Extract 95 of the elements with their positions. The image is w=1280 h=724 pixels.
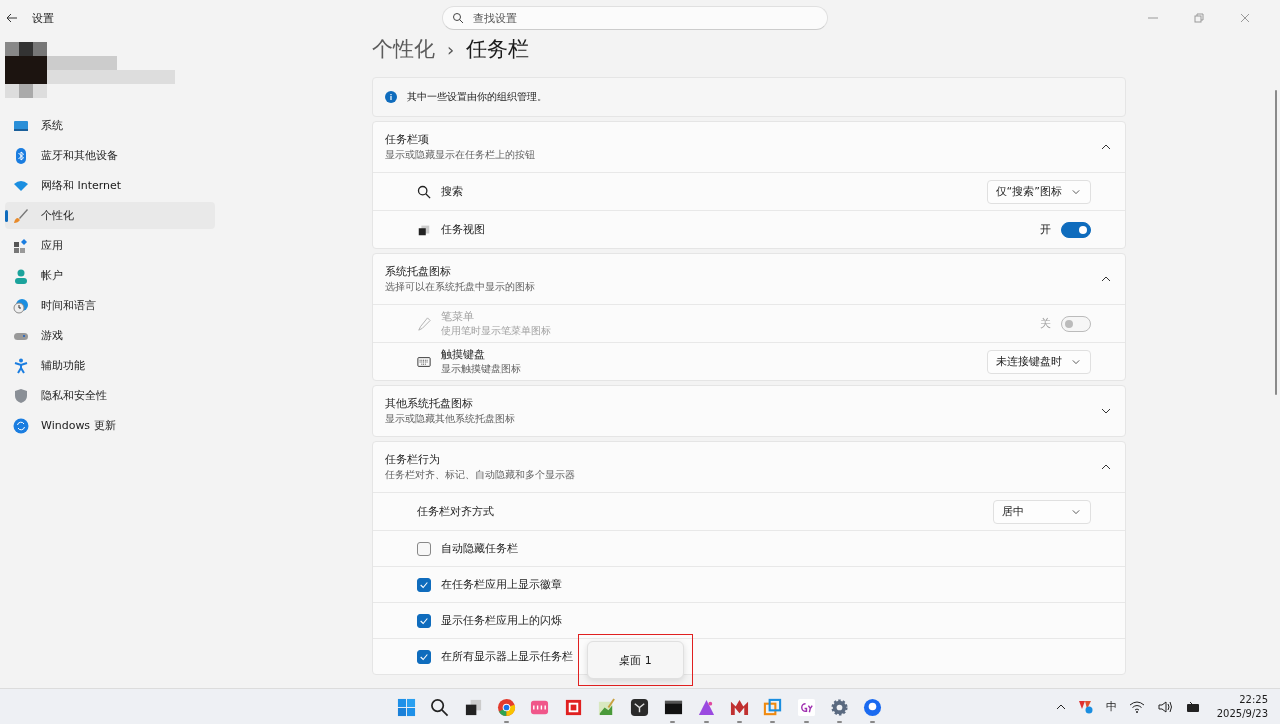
setting-label: 搜索	[441, 184, 463, 199]
accessibility-icon	[13, 357, 29, 374]
sidebar-item[interactable]: 蓝牙和其他设备	[5, 142, 215, 169]
window-title: 设置	[32, 10, 54, 26]
setting-label: 笔菜单	[441, 309, 475, 324]
expand-chevron-icon[interactable]	[1101, 406, 1111, 416]
page-title: 任务栏	[466, 36, 530, 63]
breadcrumb-parent[interactable]: 个性化	[372, 35, 435, 63]
app-icon	[763, 697, 783, 717]
section-subtitle: 显示或隐藏其他系统托盘图标	[385, 412, 515, 426]
app-icon	[730, 697, 750, 717]
search-field[interactable]: 查找设置	[442, 6, 828, 30]
sidebar-item[interactable]: 网络和 Internet	[5, 172, 215, 199]
app-icon	[863, 697, 883, 717]
sidebar-item[interactable]: 个性化	[5, 202, 215, 229]
section-subtitle: 显示或隐藏显示在任务栏上的按钮	[385, 148, 535, 162]
checkmark-icon	[419, 615, 429, 626]
setting-label: 触摸键盘	[441, 347, 486, 362]
section-header[interactable]: 任务栏项 显示或隐藏显示在任务栏上的按钮	[373, 122, 1125, 172]
section-header[interactable]: 任务栏行为 任务栏对齐、标记、自动隐藏和多个显示器	[373, 442, 1125, 492]
checkmark-icon	[419, 579, 429, 590]
clock-globe-icon	[13, 297, 29, 314]
setting-label: 自动隐藏任务栏	[441, 541, 518, 556]
browser-icon	[497, 697, 517, 717]
back-icon[interactable]	[6, 12, 18, 24]
checkbox[interactable]	[417, 577, 431, 592]
section-header[interactable]: 系统托盘图标 选择可以在系统托盘中显示的图标	[373, 254, 1125, 304]
checkbox[interactable]	[417, 613, 431, 628]
search-icon	[430, 697, 450, 717]
keyboard-icon	[417, 354, 431, 369]
update-icon	[13, 417, 29, 434]
close-icon[interactable]	[1240, 13, 1250, 23]
app-icon	[563, 697, 583, 717]
sidebar-item[interactable]: 时间和语言	[5, 292, 215, 319]
toggle-state-label: 开	[1040, 222, 1051, 237]
section-subtitle: 选择可以在系统托盘中显示的图标	[385, 280, 535, 294]
setting-description: 显示触摸键盘图标	[441, 362, 521, 376]
shield-icon	[13, 387, 29, 404]
app-icon	[696, 697, 716, 717]
collapse-chevron-icon[interactable]	[1101, 274, 1111, 284]
brush-icon	[13, 207, 29, 224]
apps-icon	[13, 237, 29, 254]
app-tray-icon[interactable]	[1077, 698, 1094, 715]
setting-label: 显示任务栏应用上的闪烁	[441, 613, 562, 628]
chevron-down-icon	[1072, 507, 1080, 516]
setting-label: 在所有显示器上显示任务栏	[441, 649, 573, 664]
section-title: 任务栏项	[385, 132, 430, 147]
bluetooth-icon	[13, 147, 29, 164]
section-title: 系统托盘图标	[385, 264, 452, 279]
collapse-chevron-icon[interactable]	[1101, 142, 1111, 152]
app-icon	[796, 697, 816, 717]
sidebar-item[interactable]: 游戏	[5, 322, 215, 349]
section-header[interactable]: 其他系统托盘图标 显示或隐藏其他系统托盘图标	[373, 386, 1125, 436]
chevron-down-icon	[1072, 357, 1080, 366]
checkbox[interactable]	[417, 541, 431, 556]
sidebar-item[interactable]: 隐私和安全性	[5, 382, 215, 409]
setting-description: 使用笔时显示笔菜单图标	[441, 324, 551, 338]
checkmark-icon	[419, 651, 429, 662]
wifi-icon[interactable]	[1128, 698, 1145, 715]
sidebar-item[interactable]: 辅助功能	[5, 352, 215, 379]
start-icon	[397, 697, 417, 717]
sidebar-item[interactable]: 应用	[5, 232, 215, 259]
search-icon	[452, 12, 464, 24]
toggle-switch[interactable]	[1061, 221, 1091, 238]
section-title: 其他系统托盘图标	[385, 396, 474, 411]
app-icon	[630, 697, 650, 717]
section-subtitle: 任务栏对齐、标记、自动隐藏和多个显示器	[385, 468, 575, 482]
sidebar-item[interactable]: 帐户	[5, 262, 215, 289]
sidebar-item[interactable]: Windows 更新	[5, 412, 215, 439]
setting-label: 任务视图	[441, 222, 485, 237]
sidebar-item[interactable]: 系统	[5, 112, 215, 139]
dropdown[interactable]: 未连接键盘时	[987, 349, 1091, 374]
dropdown[interactable]: 仅“搜索”图标	[986, 179, 1091, 204]
dropdown[interactable]: 居中	[993, 499, 1091, 524]
input-method-indicator[interactable]: 中	[1105, 699, 1117, 714]
settings-icon	[830, 697, 849, 717]
person-icon	[13, 267, 29, 284]
checkbox[interactable]	[417, 649, 431, 664]
search-icon	[417, 184, 431, 199]
toggle-state-label: 关	[1040, 316, 1051, 331]
clock[interactable]: 22:25 2025/9/23	[1216, 692, 1268, 721]
setting-label: 在任务栏应用上显示徽章	[441, 577, 562, 592]
tooltip: 桌面 1	[587, 641, 684, 679]
setting-label: 任务栏对齐方式	[417, 504, 494, 519]
volume-icon[interactable]	[1156, 698, 1173, 715]
image-editor-icon	[596, 697, 616, 717]
task-view-icon	[463, 697, 483, 717]
breadcrumb-separator: ›	[447, 38, 455, 60]
scrollbar-thumb[interactable]	[1275, 90, 1277, 395]
notice-text: 其中一些设置由你的组织管理。	[407, 90, 547, 104]
chevron-down-icon	[1072, 187, 1080, 196]
section-title: 任务栏行为	[385, 452, 441, 467]
pen-icon	[417, 316, 431, 331]
collapse-chevron-icon[interactable]	[1101, 462, 1111, 472]
info-icon	[385, 91, 397, 103]
